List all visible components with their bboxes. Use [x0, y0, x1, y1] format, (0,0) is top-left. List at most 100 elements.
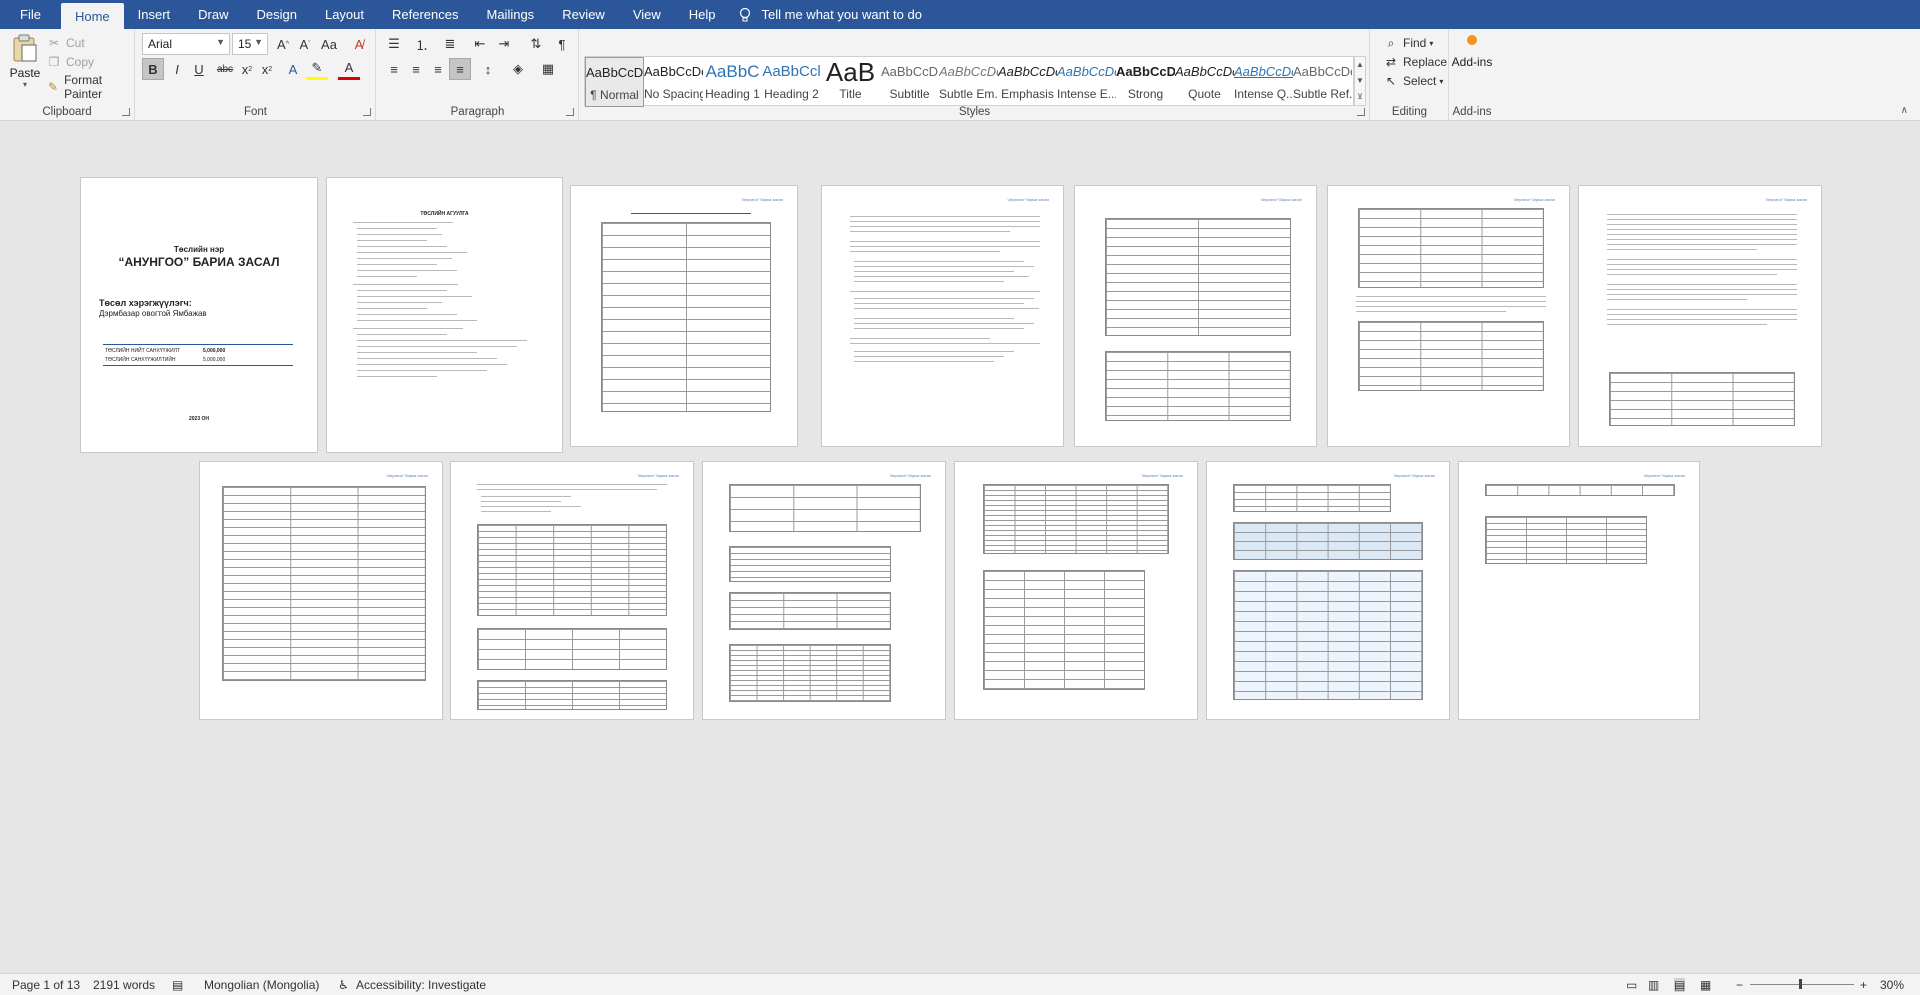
zoom-thumb[interactable] [1799, 979, 1802, 989]
styles-scroll[interactable]: ▲ ▼ ⊻ [1354, 56, 1366, 106]
style-normal[interactable]: AaBbCcDc ¶ Normal [585, 57, 644, 107]
style-heading-2[interactable]: AaBbCcl Heading 2 [762, 57, 821, 107]
tab-layout[interactable]: Layout [311, 0, 378, 29]
style-intense-quote[interactable]: AaBbCcDc Intense Q... [1234, 57, 1293, 107]
page-10[interactable]: “Анунгоо” бариа засал [702, 461, 946, 720]
font-color-button[interactable]: A [338, 58, 360, 80]
paste-button[interactable]: Paste ▾ [8, 33, 42, 99]
style-subtle-reference[interactable]: AaBbCcDc Subtle Ref... [1293, 57, 1352, 107]
clipboard-launcher-icon[interactable] [122, 108, 130, 116]
tab-references[interactable]: References [378, 0, 472, 29]
zoom-slider[interactable] [1750, 984, 1854, 985]
zoom-out-icon[interactable]: − [1736, 978, 1743, 992]
tab-design[interactable]: Design [243, 0, 311, 29]
increase-indent-button[interactable]: ⇥ [493, 33, 515, 55]
styles-launcher-icon[interactable] [1357, 108, 1365, 116]
page-2-toc[interactable]: ТӨСЛИЙН АГУУЛГА [326, 177, 563, 453]
borders-button[interactable]: ▦ [537, 58, 559, 80]
bullets-button[interactable]: ☰ [383, 33, 405, 55]
page-8[interactable]: “Анунгоо” бариа засал [199, 461, 443, 720]
chevron-up-icon[interactable]: ▲ [1355, 57, 1365, 73]
font-launcher-icon[interactable] [363, 108, 371, 116]
page-1-cover[interactable]: Төслийн нэр “АНУНГОО” БАРИА ЗАСАЛ Төсөл … [80, 177, 318, 453]
replace-button[interactable]: ⇄ Replace [1383, 54, 1447, 70]
show-marks-button[interactable]: ¶ [551, 33, 573, 55]
sort-button[interactable]: ⇅ [525, 33, 547, 55]
copy-button[interactable]: ❐ Copy [46, 54, 94, 70]
language[interactable]: Mongolian (Mongolia) [204, 978, 319, 992]
paragraph-launcher-icon[interactable] [566, 108, 574, 116]
print-layout-icon[interactable]: ▤ [1674, 978, 1686, 992]
page-7[interactable]: “Анунгоо” бариа засал [1578, 185, 1822, 447]
tab-view[interactable]: View [619, 0, 675, 29]
text-line [854, 361, 994, 362]
bold-button[interactable]: B [142, 58, 164, 80]
cut-button[interactable]: ✂ Cut [46, 35, 85, 51]
align-center-button[interactable]: ≡ [405, 58, 427, 80]
page-4[interactable]: “Анунгоо” бариа засал [821, 185, 1064, 447]
word-count[interactable]: 2191 words [93, 978, 155, 992]
style-no-spacing[interactable]: AaBbCcDc No Spacing [644, 57, 703, 107]
change-case-button[interactable]: Aa [318, 33, 340, 55]
justify-button[interactable]: ≡ [449, 58, 471, 80]
tab-help[interactable]: Help [675, 0, 730, 29]
style-strong[interactable]: AaBbCcDc Strong [1116, 57, 1175, 107]
italic-button[interactable]: I [166, 58, 188, 80]
format-painter-button[interactable]: ✎ Format Painter [46, 73, 134, 101]
document-canvas[interactable]: Төслийн нэр “АНУНГОО” БАРИА ЗАСАЛ Төсөл … [0, 121, 1920, 973]
accessibility-status[interactable]: Accessibility: Investigate [356, 978, 486, 992]
decrease-indent-button[interactable]: ⇤ [469, 33, 491, 55]
text-effects-button[interactable]: A [282, 58, 304, 80]
tab-draw[interactable]: Draw [184, 0, 242, 29]
page-12[interactable]: “Анунгоо” бариа засал [1206, 461, 1450, 720]
grow-font-button[interactable]: A ^ [272, 33, 294, 55]
align-left-button[interactable]: ≡ [383, 58, 405, 80]
underline-button[interactable]: U [188, 58, 210, 80]
shrink-font-button[interactable]: Aˇ [294, 33, 316, 55]
numbering-button[interactable]: ⒈ [411, 33, 433, 55]
page-6[interactable]: “Анунгоо” бариа засал [1327, 185, 1570, 447]
web-layout-icon[interactable]: ▦ [1700, 978, 1711, 992]
more-icon[interactable]: ⊻ [1355, 89, 1365, 105]
font-size-combo[interactable]: 15 ▼ [232, 33, 268, 55]
style-title[interactable]: AaB Title [821, 57, 880, 107]
proofing-icon[interactable]: ▤ [172, 978, 183, 992]
strikethrough-button[interactable]: abc [214, 58, 236, 80]
align-right-button[interactable]: ≡ [427, 58, 449, 80]
collapse-ribbon-icon[interactable]: ∧ [1901, 105, 1908, 116]
style-subtitle[interactable]: AaBbCcD Subtitle [880, 57, 939, 107]
style-emphasis[interactable]: AaBbCcDc Emphasis [998, 57, 1057, 107]
read-mode-icon[interactable]: ▥ [1648, 978, 1659, 992]
focus-icon[interactable]: ▭ [1626, 978, 1637, 992]
select-button[interactable]: ↖ Select ▾ [1383, 73, 1443, 89]
line-spacing-button[interactable]: ↕ [477, 58, 499, 80]
page-9[interactable]: “Анунгоо” бариа засал [450, 461, 694, 720]
addins-button[interactable]: Add-ins [1450, 35, 1494, 69]
style-intense-emphasis[interactable]: AaBbCcDc Intense E... [1057, 57, 1116, 107]
zoom-in-icon[interactable]: + [1860, 978, 1867, 992]
tab-insert[interactable]: Insert [124, 0, 185, 29]
style-quote[interactable]: AaBbCcDc Quote [1175, 57, 1234, 107]
page-11[interactable]: “Анунгоо” бариа засал [954, 461, 1198, 720]
page-13[interactable]: “Анунгоо” бариа засал [1458, 461, 1700, 720]
tab-home[interactable]: Home [60, 3, 124, 29]
highlight-button[interactable]: ✎ [306, 58, 328, 80]
tell-me-search[interactable]: Tell me what you want to do [738, 0, 922, 29]
superscript-button[interactable]: x2 [256, 58, 278, 80]
tab-file[interactable]: File [0, 0, 61, 29]
page-count[interactable]: Page 1 of 13 [12, 978, 80, 992]
tab-mailings[interactable]: Mailings [473, 0, 549, 29]
clear-formatting-button[interactable]: A̸ [348, 33, 370, 55]
style-heading-1[interactable]: AaBbC Heading 1 [703, 57, 762, 107]
zoom-level[interactable]: 30% [1880, 978, 1904, 992]
page-3[interactable]: “Анунгоо” бариа засал [570, 185, 798, 447]
shading-button[interactable]: ◈ [507, 58, 529, 80]
subscript-button[interactable]: x2 [236, 58, 258, 80]
multilevel-list-button[interactable]: ≣ [439, 33, 461, 55]
font-name-combo[interactable]: Arial ▼ [142, 33, 230, 55]
tab-review[interactable]: Review [548, 0, 619, 29]
page-5[interactable]: “Анунгоо” бариа засал [1074, 185, 1317, 447]
style-subtle-emphasis[interactable]: AaBbCcDc Subtle Em... [939, 57, 998, 107]
find-button[interactable]: ⌕ Find ▾ [1383, 35, 1434, 51]
chevron-down-icon[interactable]: ▼ [1355, 73, 1365, 89]
